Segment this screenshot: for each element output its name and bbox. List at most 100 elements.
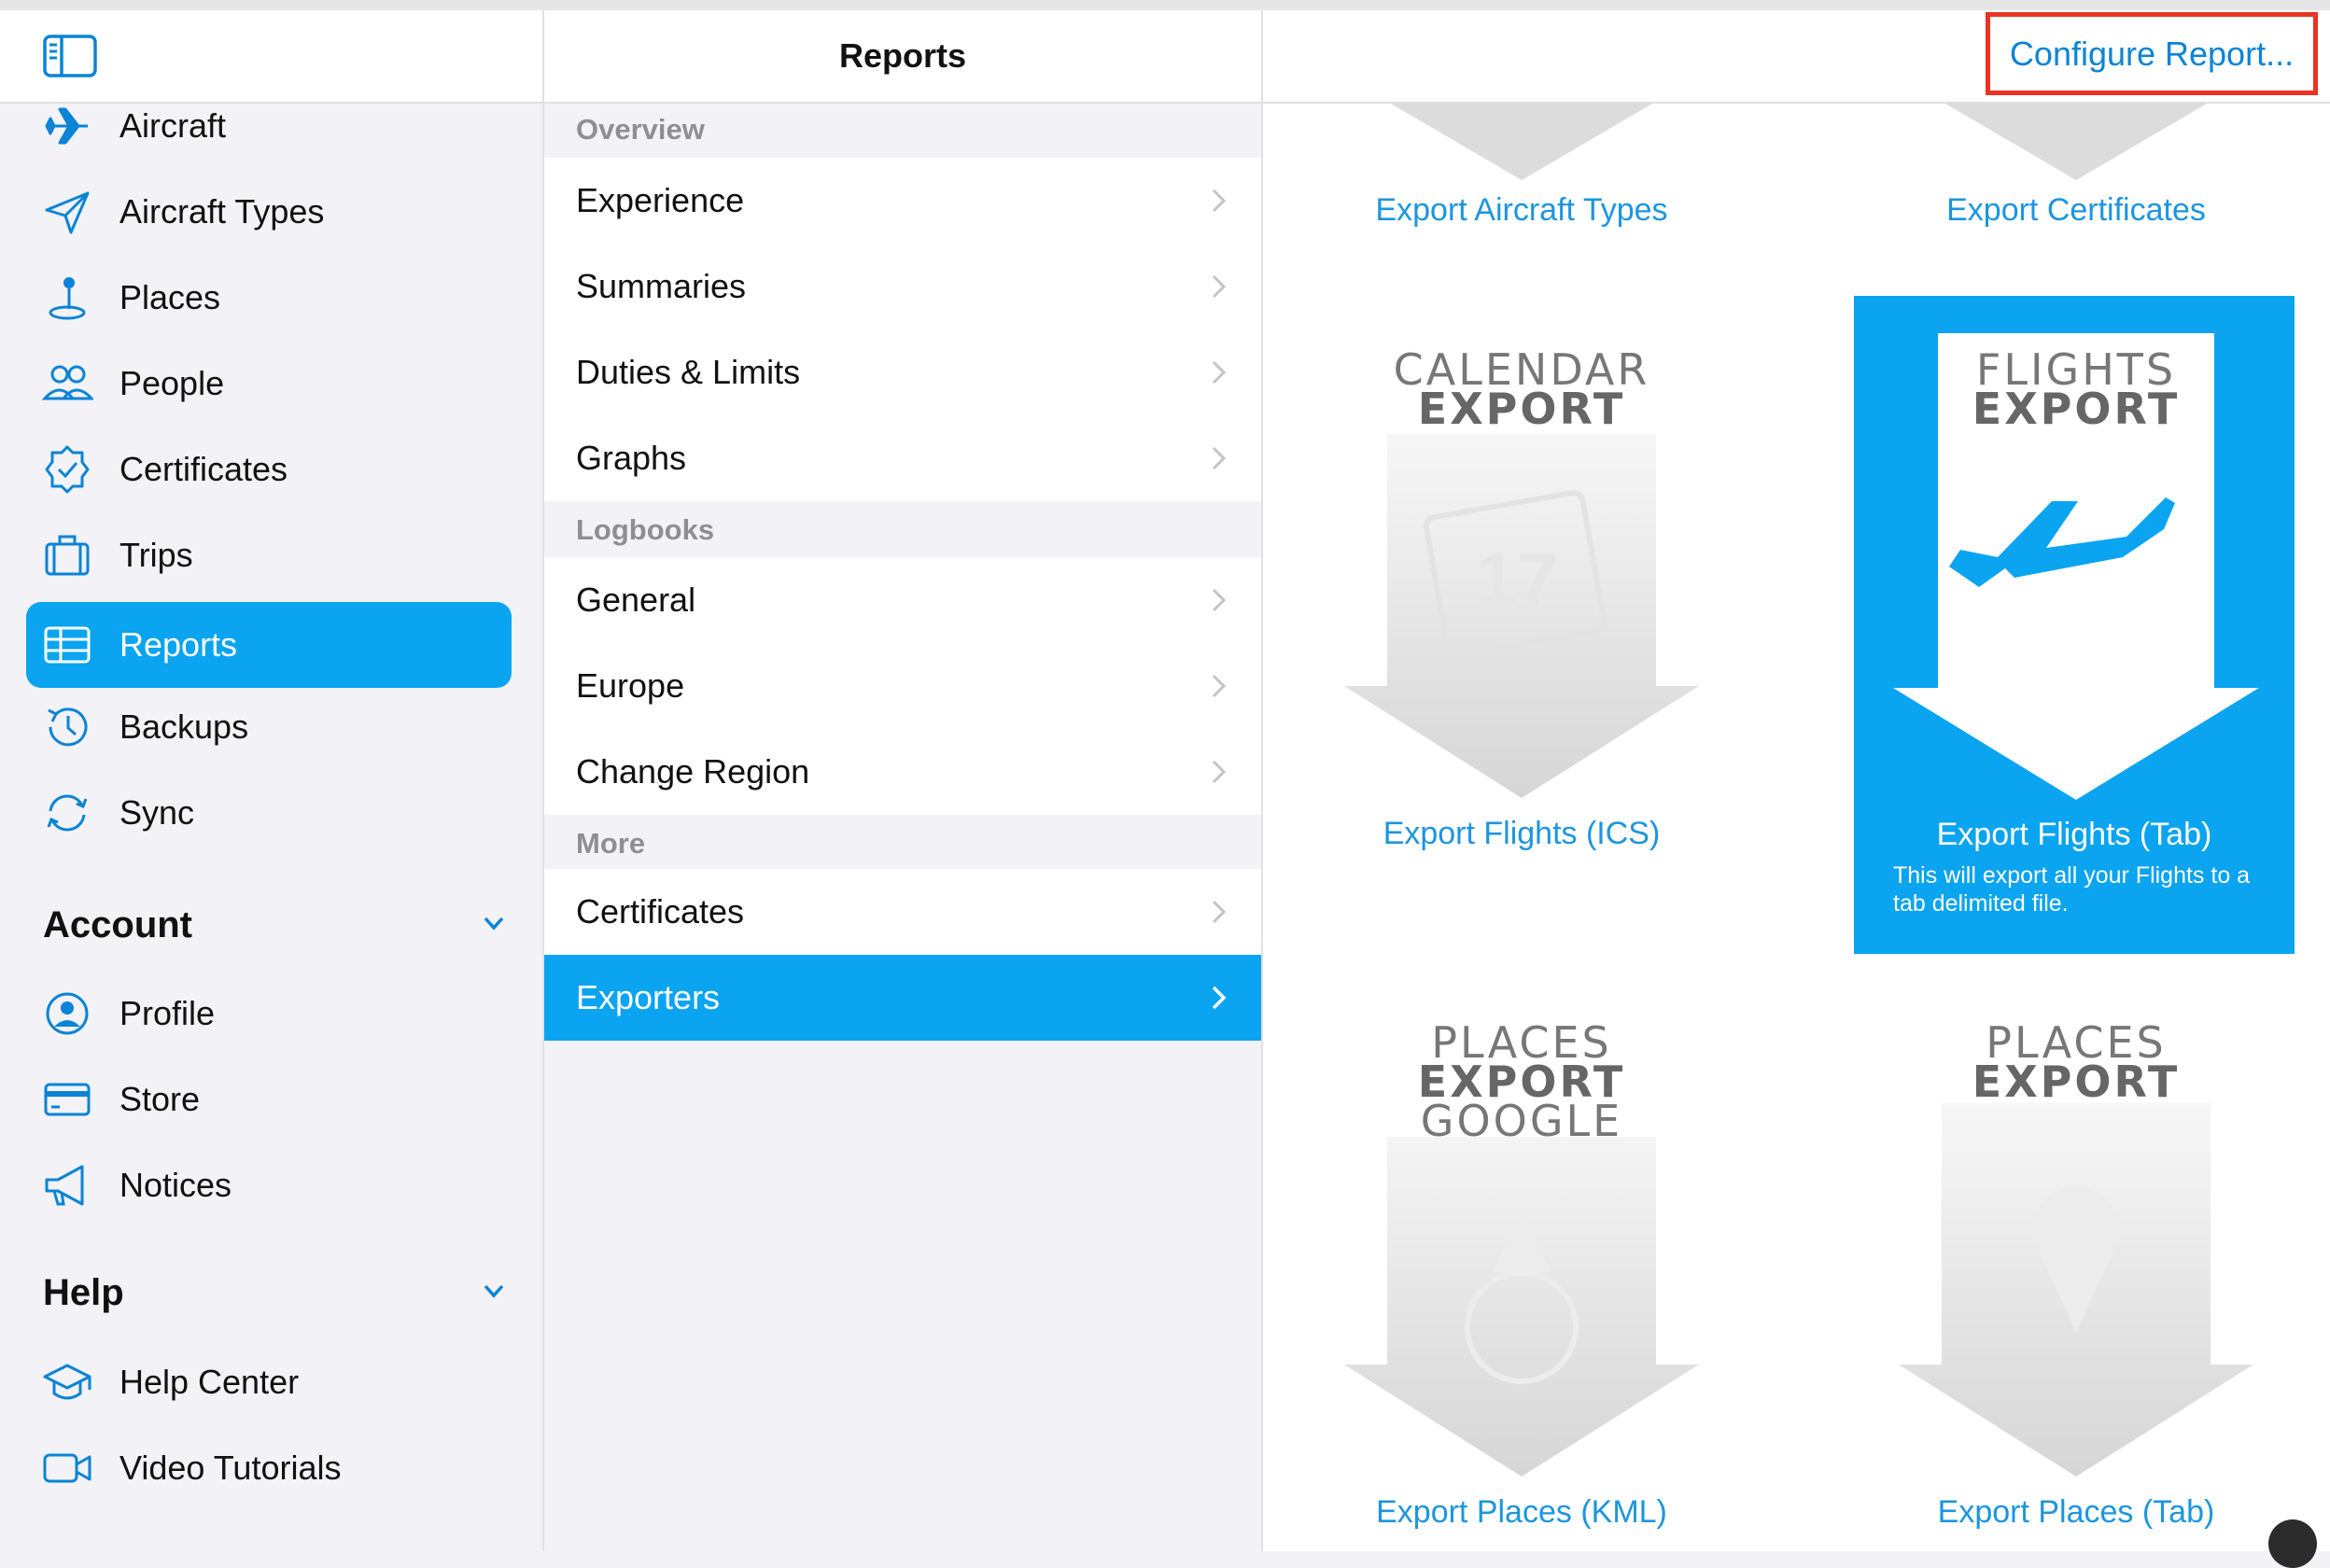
row-label: Exporters xyxy=(576,978,721,1016)
suitcase-icon xyxy=(39,527,95,583)
row-label: Experience xyxy=(576,181,745,219)
video-camera-icon xyxy=(39,1440,95,1496)
row-label: Certificates xyxy=(576,892,745,931)
reports-list-header: Reports xyxy=(544,10,1261,104)
list-row-summaries[interactable]: Summaries xyxy=(544,244,1261,330)
list-row-duties-limits[interactable]: Duties & Limits xyxy=(544,329,1261,416)
export-flights-tab-tile[interactable]: FLIGHTS EXPORT Export Flights (Tab) This… xyxy=(1854,296,2295,954)
sidebar-item-notices[interactable]: Notices xyxy=(26,1142,512,1228)
export-places-kml-tile[interactable]: PLACES EXPORT GOOGLE xyxy=(1326,1010,1718,1495)
chevron-down-icon[interactable] xyxy=(478,1275,510,1311)
paper-plane-icon xyxy=(39,184,95,240)
configure-report-button[interactable]: Configure Report... xyxy=(1986,12,2318,95)
export-flights-ics-label[interactable]: Export Flights (ICS) xyxy=(1279,816,1764,852)
list-row-change-region[interactable]: Change Region xyxy=(544,729,1261,815)
person-circle-icon xyxy=(39,986,95,1042)
sidebar-item-store[interactable]: Store xyxy=(26,1057,512,1142)
list-row-europe[interactable]: Europe xyxy=(544,643,1261,730)
tile-art-line: EXPORT xyxy=(1972,384,2181,434)
chevron-right-icon xyxy=(1212,900,1227,924)
list-row-exporters[interactable]: Exporters xyxy=(544,955,1261,1041)
list-row-experience[interactable]: Experience xyxy=(544,158,1261,245)
export-places-tab-label[interactable]: Export Places (Tab) xyxy=(1833,1494,2319,1531)
sidebar-item-label: Store xyxy=(119,1080,201,1118)
graduation-cap-icon xyxy=(39,1354,95,1410)
sidebar-item-label: Certificates xyxy=(119,450,288,488)
help-section-header[interactable]: Help xyxy=(43,1265,510,1321)
sidebar-item-help-center[interactable]: Help Center xyxy=(26,1339,512,1425)
clock-history-icon xyxy=(39,699,95,755)
sidebar-item-label: Sync xyxy=(119,793,195,832)
sidebar-item-backups[interactable]: Backups xyxy=(26,684,512,770)
export-certificates-label[interactable]: Export Certificates xyxy=(1833,192,2319,229)
floating-caption-icon[interactable] xyxy=(2268,1519,2317,1568)
export-aircraft-types-label[interactable]: Export Aircraft Types xyxy=(1279,192,1764,229)
export-places-tab-tile[interactable]: PLACES EXPORT xyxy=(1880,1010,2272,1495)
chevron-right-icon xyxy=(1212,986,1227,1010)
sidebar-item-label: Backups xyxy=(119,707,249,746)
chevron-right-icon xyxy=(1212,446,1227,470)
list-row-graphs[interactable]: Graphs xyxy=(544,415,1261,501)
tile-art-line: EXPORT xyxy=(1417,384,1626,434)
sidebar-item-label: Video Tutorials xyxy=(119,1449,342,1487)
sidebar-item-sync[interactable]: Sync xyxy=(26,770,512,856)
sidebar-item-video-tutorials[interactable]: Video Tutorials xyxy=(26,1425,512,1511)
certificate-badge-icon xyxy=(39,441,95,497)
chevron-right-icon xyxy=(1212,189,1227,213)
list-row-general[interactable]: General xyxy=(544,557,1261,644)
sidebar-item-certificates[interactable]: Certificates xyxy=(26,427,512,512)
section-title: Help xyxy=(43,1271,124,1313)
table-icon xyxy=(39,617,95,673)
list-row-certificates[interactable]: Certificates xyxy=(544,869,1261,956)
tile-art-line: GOOGLE xyxy=(1420,1096,1623,1146)
sidebar-toggle-icon[interactable] xyxy=(43,35,97,77)
row-label: Europe xyxy=(576,666,685,705)
row-label: Duties & Limits xyxy=(576,353,801,391)
sidebar-item-reports[interactable]: Reports xyxy=(26,602,512,688)
row-label: Change Region xyxy=(576,752,810,791)
chevron-right-icon xyxy=(1212,760,1227,784)
chevron-right-icon xyxy=(1212,674,1227,698)
sidebar-item-label: Aircraft Types xyxy=(119,192,325,231)
sidebar-item-label: Trips xyxy=(119,536,193,574)
export-flights-tab-label: Export Flights (Tab) xyxy=(1936,817,2212,852)
export-certificates-arrow-icon xyxy=(1945,104,2207,180)
tile-art-line: EXPORT xyxy=(1972,1057,2181,1107)
top-status-strip xyxy=(0,0,2330,10)
export-places-kml-label[interactable]: Export Places (KML) xyxy=(1279,1494,1764,1531)
row-label: Summaries xyxy=(576,267,747,305)
group-header-logbooks: Logbooks xyxy=(576,513,715,546)
group-header-more: More xyxy=(576,827,646,860)
sync-icon xyxy=(39,785,95,841)
row-label: Graphs xyxy=(576,439,687,477)
page-title: Reports xyxy=(838,36,967,75)
sidebar-item-profile[interactable]: Profile xyxy=(26,971,512,1057)
sidebar-item-aircraft[interactable]: Aircraft xyxy=(26,83,512,169)
sidebar-item-label: Reports xyxy=(119,625,238,664)
credit-card-icon xyxy=(39,1071,95,1127)
chevron-right-icon xyxy=(1212,274,1227,299)
sidebar-item-label: Notices xyxy=(119,1166,232,1204)
export-flights-tab-description: This will export all your Flights to a t… xyxy=(1893,862,2251,917)
export-aircraft-types-arrow-icon xyxy=(1391,104,1652,180)
sidebar-item-label: People xyxy=(119,364,225,402)
sidebar-item-label: Places xyxy=(119,278,221,316)
megaphone-icon xyxy=(39,1157,95,1213)
sidebar-item-trips[interactable]: Trips xyxy=(26,512,512,598)
chevron-down-icon[interactable] xyxy=(478,907,510,944)
reports-list-panel: Reports Overview Experience Summaries Du… xyxy=(544,10,1263,1551)
row-label: General xyxy=(576,581,696,619)
sidebar-item-aircraft-types[interactable]: Aircraft Types xyxy=(26,169,512,255)
sidebar-item-label: Profile xyxy=(119,994,216,1032)
sidebar-item-places[interactable]: Places xyxy=(26,255,512,341)
people-icon xyxy=(39,356,95,412)
group-header-overview: Overview xyxy=(576,113,705,146)
sidebar-item-people[interactable]: People xyxy=(26,341,512,427)
export-flights-ics-tile[interactable]: CALENDAR EXPORT 17 xyxy=(1326,331,1718,817)
sidebar-item-label: Help Center xyxy=(119,1363,300,1401)
section-title: Account xyxy=(43,903,192,945)
account-section-header[interactable]: Account xyxy=(43,897,510,953)
sidebar-item-label: Aircraft xyxy=(119,106,227,145)
tile-art-glyph: 17 xyxy=(1475,538,1559,621)
chevron-right-icon xyxy=(1212,588,1227,612)
